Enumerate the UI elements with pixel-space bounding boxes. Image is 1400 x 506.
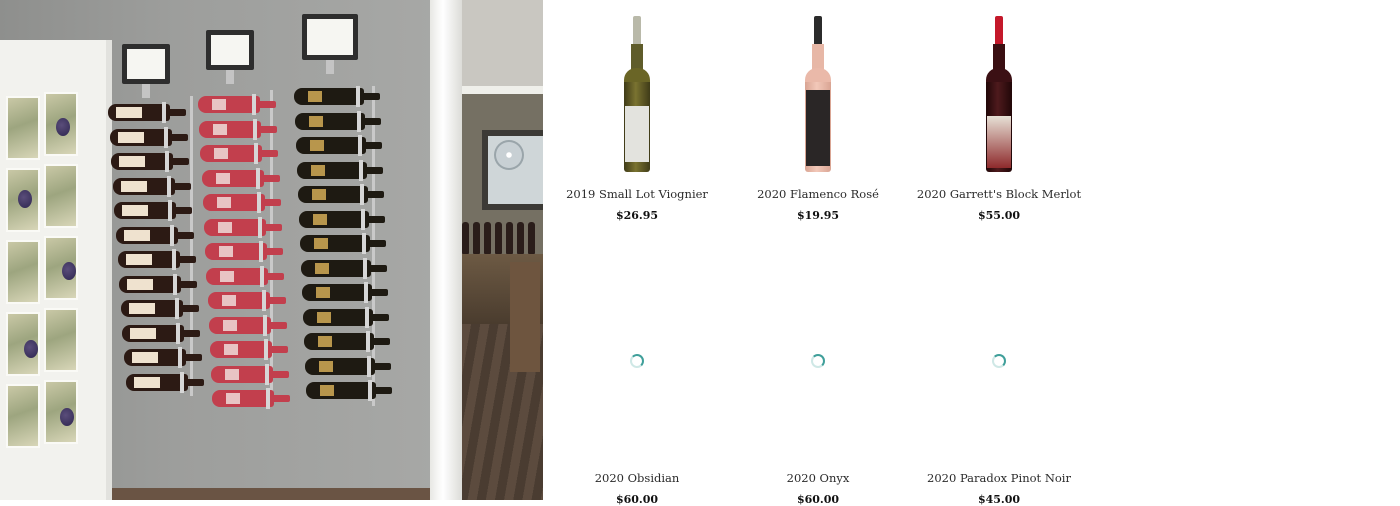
rack-wine-bottle bbox=[109, 126, 188, 148]
product-card[interactable]: 2020 Garrett's Block Merlot $55.00 bbox=[914, 0, 1084, 222]
product-image[interactable] bbox=[552, 0, 722, 172]
product-name[interactable]: 2020 Garrett's Block Merlot bbox=[914, 187, 1084, 201]
rack-wine-bottle bbox=[294, 86, 380, 107]
wall-disc bbox=[494, 140, 524, 170]
shelf-bottle bbox=[462, 222, 469, 254]
door-pane bbox=[6, 96, 40, 160]
ceiling bbox=[462, 0, 543, 90]
grape-motif bbox=[18, 190, 32, 208]
rack-wine-bottle bbox=[125, 371, 204, 393]
rack-wine-bottle bbox=[116, 224, 194, 246]
product-name[interactable]: 2020 Obsidian bbox=[552, 471, 722, 485]
shelf-bottle bbox=[528, 222, 535, 254]
shelf-bottle bbox=[495, 222, 502, 254]
rack-wine-bottle bbox=[296, 135, 382, 156]
rack-wine-bottle bbox=[306, 380, 392, 401]
product-name[interactable]: 2019 Small Lot Viognier bbox=[552, 187, 722, 201]
rack-wine-bottle bbox=[202, 192, 281, 213]
rack-wine-bottle bbox=[207, 290, 286, 311]
grape-motif bbox=[62, 262, 76, 280]
door-pane bbox=[44, 308, 78, 372]
rack-wine-bottle bbox=[201, 167, 280, 189]
product-price: $55.00 bbox=[977, 209, 1021, 222]
loading-spinner-icon bbox=[630, 354, 644, 368]
product-card[interactable]: 2019 Small Lot Viognier $26.95 bbox=[552, 0, 722, 222]
product-card[interactable]: 2020 Paradox Pinot Noir $45.00 bbox=[914, 284, 1084, 506]
product-name[interactable]: 2020 Onyx bbox=[733, 471, 903, 485]
rack-plaque bbox=[302, 14, 358, 74]
wine-bottle-image bbox=[624, 16, 650, 174]
rack-wine-bottle bbox=[119, 273, 198, 295]
shelf-bottle bbox=[517, 222, 524, 254]
crown-trim bbox=[462, 86, 543, 94]
door-pane bbox=[6, 384, 40, 448]
glass-door bbox=[0, 40, 112, 500]
product-name[interactable]: 2020 Flamenco Rosé bbox=[733, 187, 903, 201]
product-image[interactable] bbox=[914, 284, 1084, 449]
rack-wine-bottle bbox=[303, 306, 389, 328]
product-image[interactable] bbox=[733, 284, 903, 449]
rack-wine-bottle bbox=[300, 233, 386, 254]
shelf-bottle bbox=[484, 222, 491, 254]
product-image[interactable] bbox=[733, 0, 903, 172]
rack-wine-bottle bbox=[114, 200, 193, 221]
rack-wine-bottle bbox=[298, 184, 384, 205]
grape-motif bbox=[56, 118, 70, 136]
product-image[interactable] bbox=[552, 284, 722, 449]
rack-wine-bottle bbox=[117, 249, 196, 270]
rack-plaque bbox=[206, 30, 254, 84]
door-pane bbox=[6, 240, 40, 304]
rack-wine-bottle bbox=[112, 175, 191, 197]
wine-bottle-image bbox=[986, 16, 1012, 174]
door-pane bbox=[44, 164, 78, 228]
rack-wine-bottle bbox=[302, 282, 388, 303]
product-image[interactable] bbox=[914, 0, 1084, 172]
chair bbox=[510, 262, 540, 372]
rack-rod bbox=[190, 96, 193, 396]
rack-wine-bottle bbox=[297, 159, 383, 181]
shelf-bottle bbox=[506, 222, 513, 254]
product-card[interactable]: 2020 Obsidian $60.00 bbox=[552, 284, 722, 506]
loading-spinner-icon bbox=[811, 354, 825, 368]
rack-wine-bottle bbox=[211, 363, 290, 385]
rack-wine-bottle bbox=[210, 339, 288, 360]
rack-wine-bottle bbox=[304, 331, 390, 352]
rack-wine-bottle bbox=[205, 241, 284, 262]
product-name[interactable]: 2020 Paradox Pinot Noir bbox=[914, 471, 1084, 485]
wine-bottle-image bbox=[805, 16, 831, 174]
rack-wine-bottle bbox=[204, 216, 282, 238]
rack-wine-bottle bbox=[200, 143, 279, 164]
rack-wine-bottle bbox=[212, 388, 291, 409]
grape-motif bbox=[24, 340, 38, 358]
rack-wine-bottle bbox=[299, 208, 385, 230]
rack-wine-bottle bbox=[295, 110, 381, 132]
product-price: $26.95 bbox=[615, 209, 659, 222]
rack-wine-bottle bbox=[124, 347, 202, 368]
product-price: $19.95 bbox=[796, 209, 840, 222]
hero-photo bbox=[0, 0, 543, 500]
shelf-bottle bbox=[473, 222, 480, 254]
rack-wine-bottle bbox=[199, 118, 278, 140]
rack-wine-bottle bbox=[305, 355, 391, 377]
rack-wine-bottle bbox=[108, 102, 186, 123]
rack-wine-bottle bbox=[208, 314, 287, 336]
door-frame bbox=[430, 0, 462, 500]
rack-wine-bottle bbox=[206, 265, 285, 287]
rack-wine-bottle bbox=[301, 257, 387, 279]
rack-wine-bottle bbox=[198, 94, 276, 115]
rack-wine-bottle bbox=[122, 322, 201, 344]
loading-spinner-icon bbox=[992, 354, 1006, 368]
adjacent-room bbox=[462, 0, 543, 500]
rack-plaque bbox=[122, 44, 170, 98]
rack-wine-bottle bbox=[111, 151, 190, 172]
product-grid: 2019 Small Lot Viognier $26.95 2020 Flam… bbox=[543, 0, 1400, 506]
product-card[interactable]: 2020 Flamenco Rosé $19.95 bbox=[733, 0, 903, 222]
product-card[interactable]: 2020 Onyx $60.00 bbox=[733, 284, 903, 506]
rack-wine-bottle bbox=[120, 298, 199, 319]
grape-motif bbox=[60, 408, 74, 426]
